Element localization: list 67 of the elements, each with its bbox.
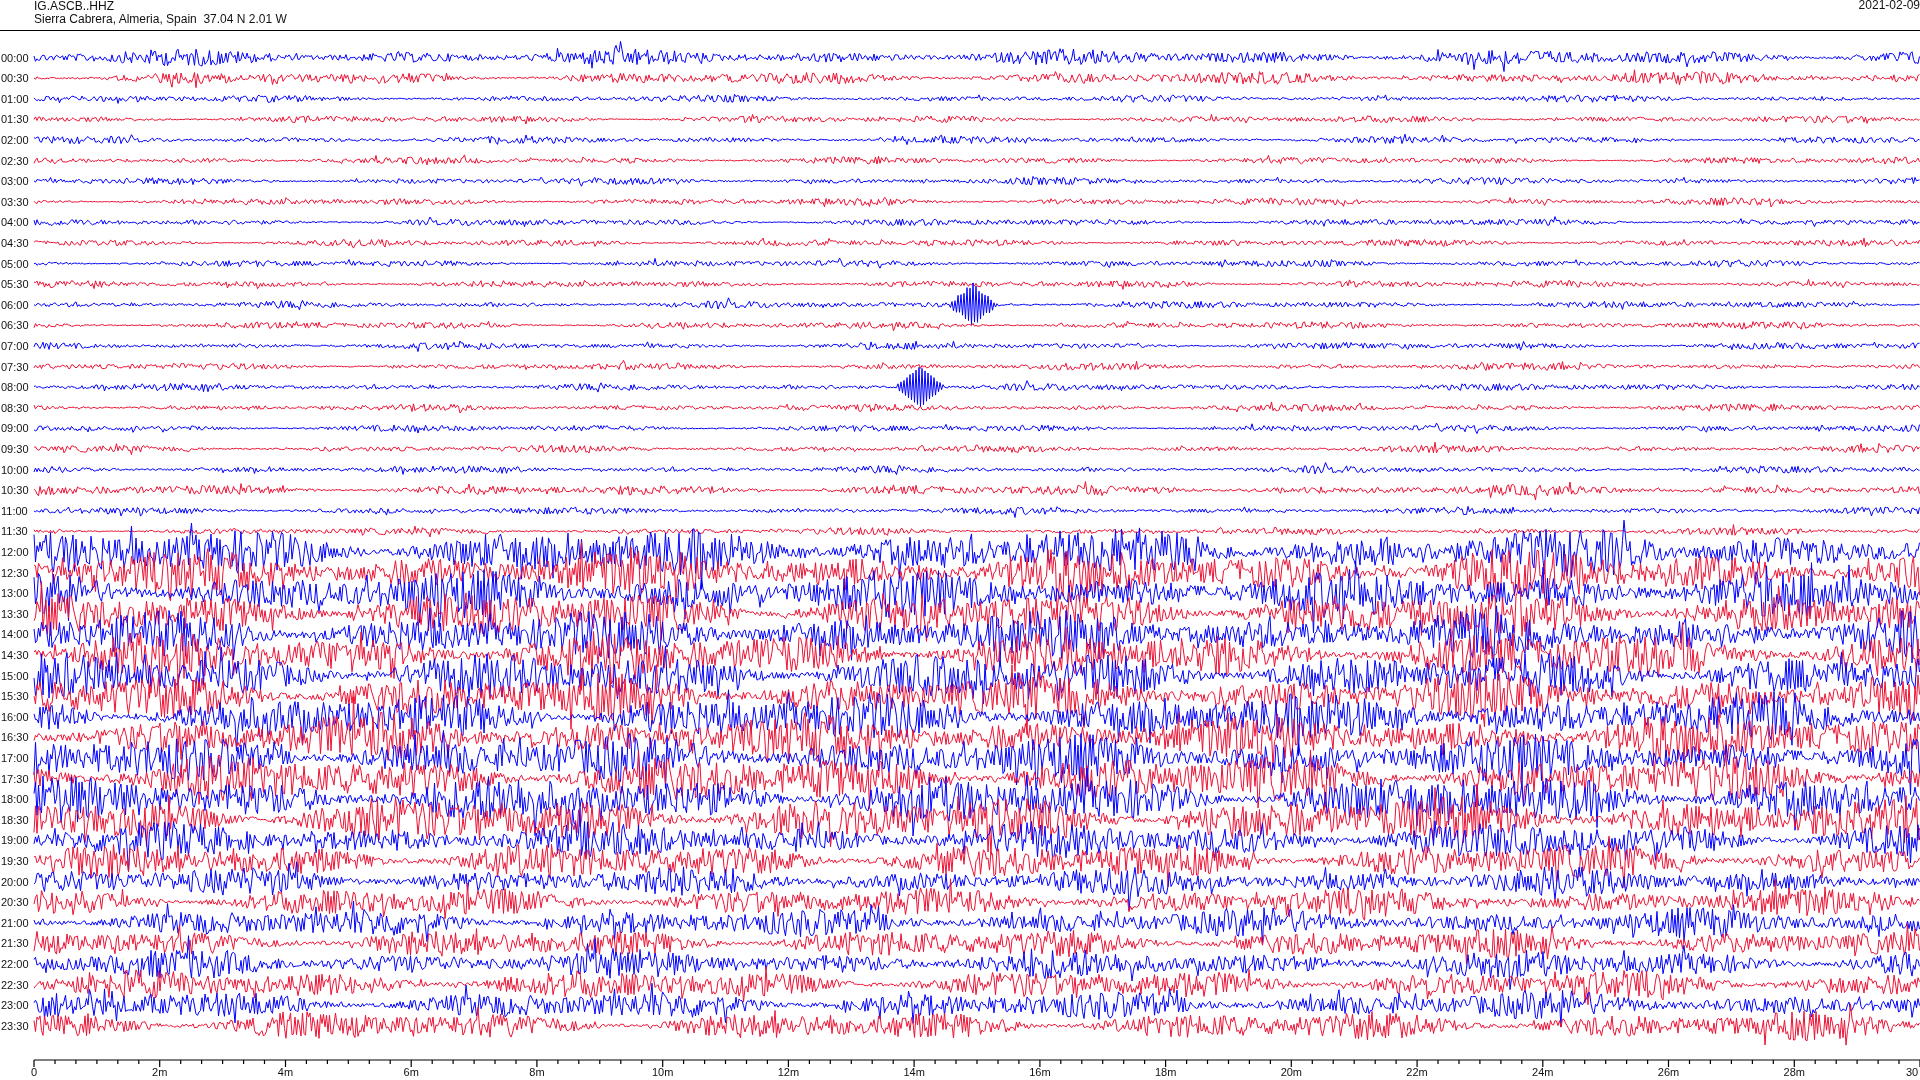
time-label: 21:00 bbox=[1, 916, 29, 929]
time-label: 06:00 bbox=[1, 298, 29, 311]
time-label: 09:30 bbox=[1, 442, 29, 455]
time-label: 00:00 bbox=[1, 51, 29, 64]
tick-label: 10m bbox=[651, 1066, 674, 1078]
time-label: 12:30 bbox=[1, 566, 29, 579]
tick-label: 24m bbox=[1532, 1066, 1554, 1078]
time-label: 20:00 bbox=[1, 875, 29, 888]
time-label: 21:30 bbox=[1, 937, 29, 950]
tick-label: 16m bbox=[1029, 1066, 1051, 1078]
time-label: 10:00 bbox=[1, 463, 29, 476]
tick-label: 8m bbox=[529, 1066, 545, 1078]
tick-label: 14m bbox=[903, 1066, 925, 1078]
channel-code: IG.ASCB..HHZ bbox=[34, 0, 114, 13]
tick-label: 0 bbox=[30, 1066, 38, 1078]
tick-label: 12m bbox=[777, 1066, 800, 1078]
time-label: 05:30 bbox=[1, 278, 29, 291]
time-label: 08:30 bbox=[1, 401, 29, 414]
time-label: 04:00 bbox=[1, 216, 29, 229]
time-label: 09:00 bbox=[1, 422, 29, 435]
time-label: 07:00 bbox=[1, 339, 29, 352]
time-label: 11:00 bbox=[1, 504, 28, 517]
time-label: 12:00 bbox=[1, 545, 29, 558]
time-label: 18:00 bbox=[1, 793, 29, 806]
time-label: 07:30 bbox=[1, 360, 29, 373]
time-label: 18:30 bbox=[1, 813, 29, 826]
station-location: Sierra Cabrera, Almeria, Spain 37.04 N 2.01 W bbox=[34, 13, 287, 26]
time-label: 13:30 bbox=[1, 607, 29, 620]
time-label: 22:30 bbox=[1, 978, 29, 991]
time-label: 14:00 bbox=[1, 628, 29, 641]
date-label: 2021-02-09 bbox=[1858, 0, 1920, 12]
time-label: 17:00 bbox=[1, 751, 29, 764]
time-label: 10:30 bbox=[1, 484, 29, 497]
time-label: 00:30 bbox=[1, 72, 29, 85]
time-label: 03:30 bbox=[1, 195, 29, 208]
time-label: 17:30 bbox=[1, 772, 29, 785]
time-label: 02:00 bbox=[1, 133, 29, 146]
time-label: 15:30 bbox=[1, 690, 29, 703]
time-label: 06:30 bbox=[1, 319, 29, 332]
time-label: 13:00 bbox=[1, 587, 29, 600]
tick-label: 30 bbox=[1906, 1066, 1919, 1078]
time-label: 23:00 bbox=[1, 999, 29, 1012]
time-label: 20:30 bbox=[1, 896, 29, 909]
time-label: 15:00 bbox=[1, 669, 29, 682]
tick-label: 18m bbox=[1154, 1066, 1177, 1078]
time-label: 16:30 bbox=[1, 731, 29, 744]
time-label: 19:30 bbox=[1, 854, 29, 867]
time-label: 03:00 bbox=[1, 175, 29, 188]
time-label: 08:00 bbox=[1, 381, 29, 394]
tick-label: 20m bbox=[1280, 1066, 1303, 1078]
time-label: 23:30 bbox=[1, 1019, 29, 1032]
time-label: 16:00 bbox=[1, 710, 29, 723]
tick-label: 4m bbox=[277, 1066, 294, 1078]
time-label: 11:30 bbox=[1, 525, 28, 538]
tick-label: 28m bbox=[1783, 1066, 1805, 1078]
tick-label: 2m bbox=[152, 1066, 168, 1078]
time-label: 19:00 bbox=[1, 834, 29, 847]
time-label: 22:00 bbox=[1, 957, 29, 970]
time-label: 14:30 bbox=[1, 648, 29, 661]
tick-label: 26m bbox=[1657, 1066, 1680, 1078]
tick-label: 22m bbox=[1406, 1066, 1428, 1078]
time-label: 01:00 bbox=[1, 92, 29, 105]
time-label: 02:30 bbox=[1, 154, 29, 167]
time-label: 01:30 bbox=[1, 113, 29, 126]
time-label: 05:00 bbox=[1, 257, 29, 270]
tick-label: 6m bbox=[403, 1066, 419, 1078]
time-label: 04:30 bbox=[1, 236, 29, 249]
